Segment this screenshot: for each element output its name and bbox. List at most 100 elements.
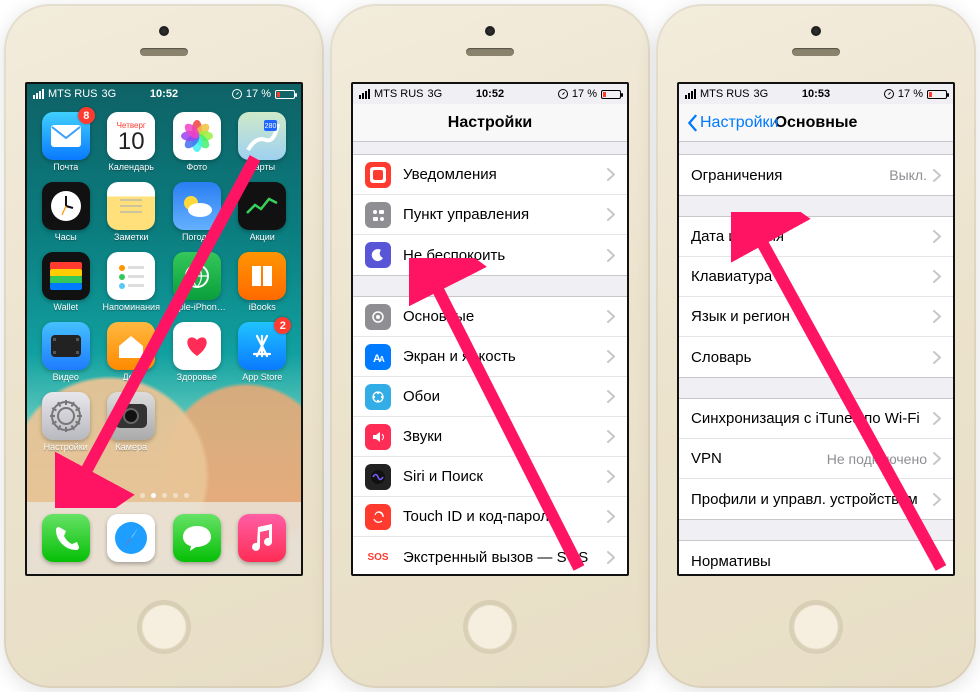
general-row-vpn[interactable]: VPNНе подключено	[679, 439, 953, 479]
app-apple-iphon…[interactable]: Apple-iPhon…	[166, 252, 228, 312]
app-app store[interactable]: 2 App Store	[232, 322, 294, 382]
settings-row-уведомления[interactable]: Уведомления	[353, 155, 627, 195]
chevron-right-icon	[933, 351, 941, 364]
battery-icon	[275, 90, 295, 99]
app-почта[interactable]: 8Почта	[35, 112, 97, 172]
app-label: Apple-iPhon…	[168, 302, 226, 312]
app-ibooks[interactable]: iBooks	[232, 252, 294, 312]
general-row-синхронизация-с-itunes-по-wi-fi[interactable]: Синхронизация с iTunes по Wi-Fi	[679, 399, 953, 439]
app-label: Здоровье	[177, 372, 217, 382]
battery-icon	[927, 90, 947, 99]
row-label: Язык и регион	[691, 308, 933, 325]
app-здоровье[interactable]: Здоровье	[166, 322, 228, 382]
dock	[27, 502, 301, 574]
row-label: Уведомления	[403, 166, 607, 183]
home-button[interactable]	[137, 600, 191, 654]
dock-safari[interactable]	[107, 514, 155, 562]
row-label: Словарь	[691, 349, 933, 366]
row-icon	[365, 424, 391, 450]
row-icon	[365, 202, 391, 228]
app-дом[interactable]: Дом	[101, 322, 163, 382]
general-row-дата-и-время[interactable]: Дата и время	[679, 217, 953, 257]
app-заметки[interactable]: Заметки	[101, 182, 163, 242]
app-камера[interactable]: Камера	[101, 392, 163, 452]
settings-row-siri-и-поиск[interactable]: Siri и Поиск	[353, 457, 627, 497]
status-time: 10:52	[27, 88, 301, 100]
badge: 2	[274, 317, 291, 334]
general-row-нормативы[interactable]: Нормативы	[679, 541, 953, 574]
dock-messages[interactable]	[173, 514, 221, 562]
row-icon: AA	[365, 344, 391, 370]
home-button[interactable]	[789, 600, 843, 654]
app-видео[interactable]: Видео	[35, 322, 97, 382]
general-group: Нормативы	[679, 540, 953, 574]
badge: 8	[78, 107, 95, 124]
general-group: Синхронизация с iTunes по Wi-Fi VPNНе под…	[679, 398, 953, 520]
row-label: Экстренный вызов — SOS	[403, 549, 607, 566]
app-напоминания[interactable]: Напоминания	[101, 252, 163, 312]
settings-row-экстренный-вызов-—-sos[interactable]: SOSЭкстренный вызов — SOS	[353, 537, 627, 574]
app-акции[interactable]: Акции	[232, 182, 294, 242]
home-button[interactable]	[463, 600, 517, 654]
app-icon	[42, 182, 90, 230]
settings-row-пункт-управления[interactable]: Пункт управления	[353, 195, 627, 235]
app-icon: 2	[238, 322, 286, 370]
status-bar: MTS RUS 3G 10:52 17 %	[27, 84, 301, 104]
status-time: 10:53	[679, 88, 953, 100]
row-icon	[365, 384, 391, 410]
page-dots[interactable]	[27, 493, 301, 498]
settings-row-touch-id-и-код-пароль[interactable]: Touch ID и код-пароль	[353, 497, 627, 537]
general-row-клавиатура[interactable]: Клавиатура	[679, 257, 953, 297]
row-icon	[365, 162, 391, 188]
app-фото[interactable]: Фото	[166, 112, 228, 172]
row-label: Синхронизация с iTunes по Wi-Fi	[691, 410, 933, 427]
nav-bar: Настройки Основные	[679, 104, 953, 142]
app-карты[interactable]: 280Карты	[232, 112, 294, 172]
app-label: Акции	[250, 232, 275, 242]
row-label: Основные	[403, 308, 607, 325]
hardware-top	[4, 4, 324, 82]
settings-row-обои[interactable]: Обои	[353, 377, 627, 417]
app-label: Карты	[249, 162, 275, 172]
app-календарь[interactable]: Четверг10Календарь	[101, 112, 163, 172]
general-row-ограничения[interactable]: ОграниченияВыкл.	[679, 155, 953, 195]
back-button[interactable]: Настройки	[685, 114, 778, 132]
settings-row-основные[interactable]: Основные	[353, 297, 627, 337]
app-погода[interactable]: Погода	[166, 182, 228, 242]
row-icon	[365, 304, 391, 330]
phone-home: MTS RUS 3G 10:52 17 % 8ПочтаЧетверг10Кал…	[4, 4, 324, 688]
settings-row-не-беспокоить[interactable]: Не беспокоить	[353, 235, 627, 275]
settings-row-звуки[interactable]: Звуки	[353, 417, 627, 457]
earpiece-speaker	[140, 48, 188, 56]
row-icon	[365, 242, 391, 268]
settings-row-экран-и-яркость[interactable]: AAЭкран и яркость	[353, 337, 627, 377]
app-часы[interactable]: Часы	[35, 182, 97, 242]
row-label: Siri и Поиск	[403, 468, 607, 485]
settings-group: Уведомления Пункт управленияНе беспокоить	[353, 154, 627, 276]
general-list[interactable]: ОграниченияВыкл. Дата и время Клавиатура Яз…	[679, 142, 953, 574]
settings-list[interactable]: Уведомления Пункт управленияНе беспокоить…	[353, 142, 627, 574]
row-value: Не подключено	[827, 451, 927, 467]
app-label: iBooks	[249, 302, 276, 312]
app-icon	[238, 252, 286, 300]
general-row-профили-и-управл.-устройством[interactable]: Профили и управл. устройством	[679, 479, 953, 519]
row-label: Ограничения	[691, 167, 889, 184]
app-label: App Store	[242, 372, 282, 382]
app-icon	[173, 322, 221, 370]
chevron-right-icon	[933, 310, 941, 323]
app-label: Часы	[55, 232, 77, 242]
general-row-язык-и-регион[interactable]: Язык и регион	[679, 297, 953, 337]
app-icon	[173, 252, 221, 300]
app-настройки[interactable]: Настройки	[35, 392, 97, 452]
dock-music[interactable]	[238, 514, 286, 562]
general-row-словарь[interactable]: Словарь	[679, 337, 953, 377]
app-label: Почта	[53, 162, 78, 172]
nav-bar: Настройки	[353, 104, 627, 142]
dock-phone[interactable]	[42, 514, 90, 562]
rotation-lock-icon	[884, 89, 894, 99]
row-label: Клавиатура	[691, 268, 933, 285]
app-wallet[interactable]: Wallet	[35, 252, 97, 312]
rotation-lock-icon	[558, 89, 568, 99]
app-label: Настройки	[44, 442, 88, 452]
app-label: Заметки	[114, 232, 148, 242]
